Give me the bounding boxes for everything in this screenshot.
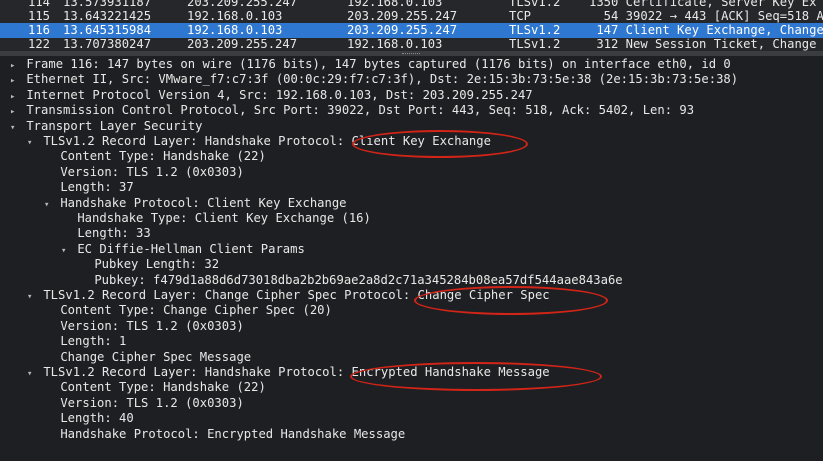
tree-item[interactable]: Length: 33 [61,226,151,241]
packet-number: 115 [27,9,50,23]
expand-arrow-open-icon[interactable]: ▾ [27,136,36,151]
tree-item-label: Handshake Protocol: Client Key Exchange [60,195,347,210]
tree-item-label: Internet Protocol Version 4, Src: 192.16… [26,87,533,102]
packet-source: 192.168.0.103 [187,9,283,23]
expand-arrow-open-icon[interactable]: ▾ [44,198,53,213]
packet-destination: 203.209.255.247 [347,9,458,23]
packet-destination: 203.209.255.247 [347,23,458,37]
tree-item[interactable]: ▸ Frame 116: 147 bytes on wire (1176 bit… [10,57,731,72]
tree-item[interactable]: ▸ Ethernet II, Src: VMware_f7:c7:3f (00:… [10,72,738,87]
tree-item[interactable]: ▾ TLSv1.2 Record Layer: Handshake Protoc… [27,134,491,149]
packet-destination: 192.168.0.103 [347,37,443,51]
tree-item-label: Length: 37 [60,180,134,195]
tree-item[interactable]: Pubkey: f479d1a88d6d73018dba2b2b69ae2a8d… [78,272,623,288]
expand-arrow-open-icon[interactable]: ▾ [10,121,19,136]
splitter-grip[interactable] [402,53,420,55]
tree-item-label: EC Diffie-Hellman Client Params [77,241,305,256]
tree-item-label: TLSv1.2 Record Layer: Handshake Protocol… [43,134,491,148]
tree-item[interactable]: Version: TLS 1.2 (0x0303) [44,318,244,334]
packet-number: 116 [27,23,50,37]
tree-item[interactable]: Length: 40 [44,411,134,426]
tree-item-label: Ethernet II, Src: VMware_f7:c7:3f (00:0c… [26,72,739,87]
tree-item[interactable]: Handshake Protocol: Encrypted Handshake … [44,427,405,442]
tree-item-label: TLSv1.2 Record Layer: Handshake Protocol… [43,365,550,379]
expand-arrow-open-icon[interactable]: ▾ [61,244,70,259]
packet-time: 13.643221425 [63,9,152,23]
tree-item-label: Content Type: Change Cipher Spec (20) [60,303,332,318]
tree-item[interactable]: ▸ Internet Protocol Version 4, Src: 192.… [10,88,533,103]
packet-row[interactable]: 115 13.643221425 192.168.0.103 203.209.255.… [0,9,823,24]
packet-time: 13.645315984 [63,23,152,37]
packet-protocol: TCP [509,9,532,23]
tree-item[interactable]: Content Type: Handshake (22) [44,149,266,164]
packet-protocol: TLSv1.2 [509,23,561,37]
packet-source: 203.209.255.247 [187,37,298,51]
tree-item[interactable]: Length: 1 [44,334,126,349]
tree-item[interactable]: Version: TLS 1.2 (0x0303) [44,164,244,180]
tree-item[interactable]: Content Type: Change Cipher Spec (20) [44,303,332,318]
tree-item[interactable]: Change Cipher Spec Message [44,350,251,365]
tree-item[interactable]: ▾ TLSv1.2 Record Layer: Change Cipher Sp… [27,288,550,303]
tree-item[interactable]: ▾ Handshake Protocol: Client Key Exchang… [44,196,347,211]
expand-arrow-open-icon[interactable]: ▾ [27,290,36,305]
packet-time: 13.707380247 [63,37,152,51]
pane-splitter[interactable] [0,51,823,56]
tree-item-label: Length: 40 [60,411,134,426]
packet-protocol: TLSv1.2 [509,37,561,51]
packet-info: 147 Client Key Exchange, Change [589,23,823,37]
tree-item-label: Handshake Protocol: Encrypted Handshake … [60,426,406,441]
tree-item[interactable]: ▾ EC Diffie-Hellman Client Params [61,242,305,257]
tree-item-label: Handshake Type: Client Key Exchange (16) [77,211,371,225]
tree-item-label: Length: 1 [60,334,127,349]
packet-info: 312 New Session Ticket, Change [589,37,817,51]
tree-item[interactable]: ▸ Transmission Control Protocol, Src Por… [10,103,694,118]
packet-row[interactable]: 116 13.645315984 192.168.0.103 203.209.255.… [0,23,823,38]
tree-item-label: Version: TLS 1.2 (0x0303) [60,164,244,179]
tree-item-label: Version: TLS 1.2 (0x0303) [60,318,244,333]
tree-item-label: Length: 33 [77,226,151,241]
packet-source: 192.168.0.103 [187,23,283,37]
packet-details-tree: ▸ Frame 116: 147 bytes on wire (1176 bit… [0,57,823,461]
tree-item-label: Version: TLS 1.2 (0x0303) [60,395,244,410]
tree-item[interactable]: Content Type: Handshake (22) [44,380,266,395]
tree-item[interactable]: Pubkey Length: 32 [78,257,219,272]
tree-item-label: Change Cipher Spec Message [60,349,252,364]
tree-item-label: Pubkey Length: 32 [94,257,220,272]
tree-item[interactable]: Handshake Type: Client Key Exchange (16) [61,211,371,226]
tree-item-label: Transmission Control Protocol, Src Port:… [26,103,695,118]
packet-info: 54 39022 → 443 [ACK] Seq=518 A [589,9,823,23]
tree-item[interactable]: Length: 37 [44,180,134,195]
tree-item[interactable]: ▾ TLSv1.2 Record Layer: Handshake Protoc… [27,365,550,380]
packet-row[interactable]: 122 13.707380247 203.209.255.247 192.168.0.… [0,37,823,51]
tree-item[interactable]: Version: TLS 1.2 (0x0303) [44,395,244,411]
tree-item-label: Frame 116: 147 bytes on wire (1176 bits)… [26,57,731,71]
packet-number: 122 [27,37,50,51]
tree-item-label: Content Type: Handshake (22) [60,149,266,164]
tree-item-label: Content Type: Handshake (22) [60,380,266,395]
tree-item-label: TLSv1.2 Record Layer: Change Cipher Spec… [43,288,550,302]
packet-list: 114 13.573931187 203.209.255.247 192.168.0.… [0,0,823,51]
tree-item[interactable]: ▾ Transport Layer Security [10,119,202,134]
expand-arrow-open-icon[interactable]: ▾ [27,367,36,382]
tree-item-label: Pubkey: f479d1a88d6d73018dba2b2b69ae2a8d… [94,272,623,287]
tree-item-label: Transport Layer Security [26,118,203,133]
